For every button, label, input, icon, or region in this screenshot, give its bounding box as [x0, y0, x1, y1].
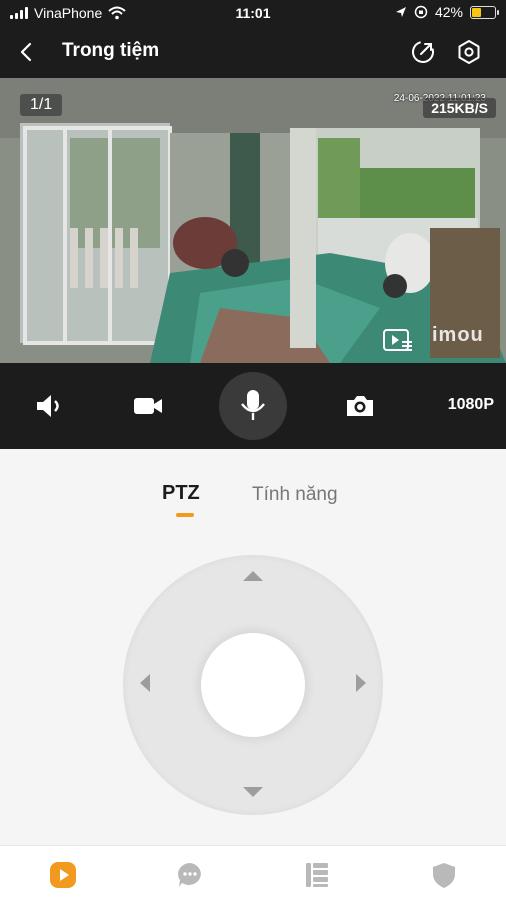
page-title: Trong tiệm: [62, 40, 160, 61]
location-icon: [395, 7, 406, 17]
watermark-logo: imou: [432, 324, 484, 346]
status-right: 42%: [395, 4, 499, 20]
channel-counter: 1/1: [20, 94, 63, 116]
back-icon[interactable]: [14, 38, 40, 66]
battery-icon: [470, 5, 499, 19]
camera-snapshot-icon[interactable]: [343, 390, 377, 422]
shield-icon[interactable]: [430, 861, 458, 889]
tabs: PTZ Tính năng: [0, 449, 506, 539]
live-play-icon[interactable]: [49, 861, 77, 889]
record-video-icon[interactable]: [131, 390, 165, 422]
speaker-icon[interactable]: [33, 390, 67, 422]
active-tab-indicator: [176, 513, 194, 517]
message-icon[interactable]: [176, 861, 204, 889]
microphone-button[interactable]: [219, 372, 287, 440]
bitrate-label: 215KB/S: [423, 98, 496, 118]
list-icon[interactable]: [303, 861, 331, 889]
arrow-left-icon[interactable]: [140, 674, 150, 692]
nav-bar: Trong tiệm: [0, 26, 506, 78]
share-icon[interactable]: [410, 39, 436, 65]
battery-percent: 42%: [434, 4, 463, 20]
playback-list-icon[interactable]: [382, 328, 414, 354]
control-bar: 1080P: [0, 363, 506, 449]
arrow-right-icon[interactable]: [356, 674, 366, 692]
tab-features[interactable]: Tính năng: [252, 484, 338, 506]
status-bar: VinaPhone 11:01 42%: [0, 0, 506, 26]
resolution-button[interactable]: 1080P: [448, 396, 494, 414]
ptz-center-knob[interactable]: [201, 633, 305, 737]
ptz-area: [0, 539, 506, 845]
arrow-down-icon[interactable]: [243, 787, 263, 797]
microphone-icon: [241, 390, 265, 420]
arrow-up-icon[interactable]: [243, 571, 263, 581]
settings-gear-icon[interactable]: [456, 39, 482, 65]
rotation-lock-icon: [414, 5, 428, 19]
bottom-nav: [0, 845, 506, 900]
live-video-feed[interactable]: 1/1 24-06-2022 11:01:23 215KB/S imou: [0, 78, 506, 363]
tab-ptz[interactable]: PTZ: [162, 482, 200, 505]
camera-scene: [0, 78, 506, 363]
